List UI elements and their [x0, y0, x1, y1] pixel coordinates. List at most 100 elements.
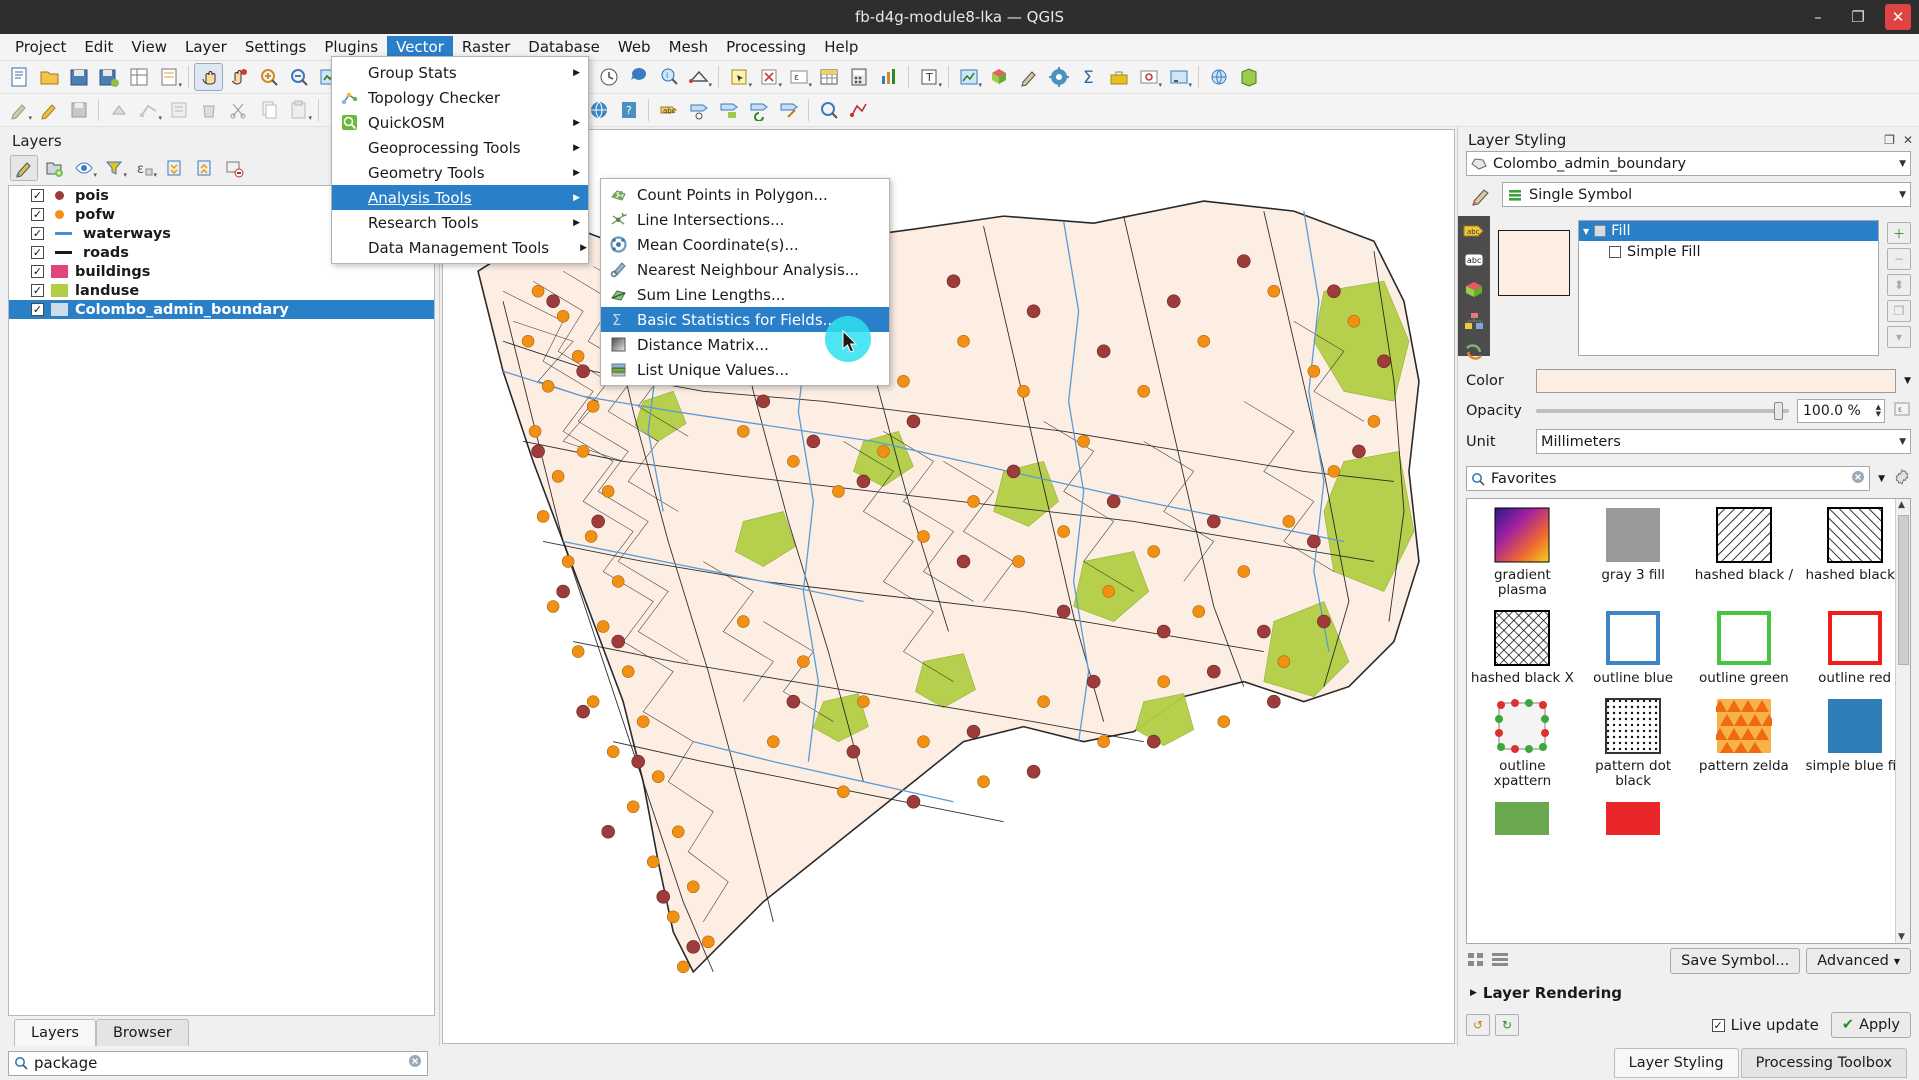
- select-by-expression-icon[interactable]: ε ▾: [784, 63, 813, 91]
- layer-checkbox[interactable]: ✓: [31, 208, 44, 221]
- layer-checkbox[interactable]: ✓: [31, 303, 44, 316]
- gallery-item[interactable]: [1467, 793, 1578, 844]
- gallery-item[interactable]: simple blue fill: [1799, 690, 1910, 793]
- expression-filter-icon[interactable]: ε ▾: [130, 155, 158, 181]
- gallery-item[interactable]: pattern dot black: [1578, 690, 1689, 793]
- gallery-item[interactable]: gray 3 fill: [1578, 499, 1689, 602]
- select-features-icon[interactable]: ▾: [724, 63, 753, 91]
- tab-browser[interactable]: Browser: [95, 1019, 189, 1046]
- tab-layer-styling[interactable]: Layer Styling: [1613, 1048, 1739, 1078]
- scroll-down-icon[interactable]: ▼: [1898, 932, 1905, 942]
- zoom-in-icon[interactable]: [254, 63, 283, 91]
- new-print-layout-icon[interactable]: ▾: [154, 63, 183, 91]
- menu-processing[interactable]: Processing: [717, 36, 815, 59]
- modify-attributes-icon[interactable]: [164, 96, 193, 124]
- gallery-item[interactable]: pattern zelda: [1689, 690, 1800, 793]
- duplicate-symbol-layer-button[interactable]: ❐: [1887, 300, 1911, 322]
- color-swatch-button[interactable]: [1536, 369, 1897, 393]
- map-canvas[interactable]: [442, 129, 1455, 1044]
- live-update-control[interactable]: ✓ Live update: [1711, 1016, 1819, 1034]
- spin-arrows[interactable]: ▲ ▼: [1876, 404, 1884, 418]
- save-layer-edits-icon[interactable]: [64, 96, 93, 124]
- layer-rendering-section[interactable]: ▶ Layer Rendering: [1458, 978, 1919, 1008]
- menu-layer[interactable]: Layer: [176, 36, 236, 59]
- python-console-icon[interactable]: [1044, 63, 1073, 91]
- scroll-up-icon[interactable]: ▲: [1898, 500, 1905, 510]
- temporal-controller-icon[interactable]: [594, 63, 623, 91]
- remove-layer-icon[interactable]: [220, 155, 248, 181]
- measure-line-icon[interactable]: ▾: [684, 63, 713, 91]
- toggle-editing-icon[interactable]: [34, 96, 63, 124]
- tab-layers[interactable]: Layers: [14, 1019, 96, 1046]
- vector-menu-popup[interactable]: Group Stats ▶ Topology Checker QuickOSM …: [331, 56, 589, 264]
- expand-arrow-icon[interactable]: ▼: [1583, 227, 1589, 236]
- expand-arrow-icon[interactable]: ▶: [1470, 988, 1477, 998]
- help-contents-icon[interactable]: ?: [614, 96, 643, 124]
- search-locator-icon[interactable]: [814, 96, 843, 124]
- menu-item-geometry-tools[interactable]: Geometry Tools ▶: [332, 160, 588, 185]
- label-toolbar-icon[interactable]: abc: [654, 96, 683, 124]
- menu-item-analysis-tools[interactable]: Analysis Tools ▶: [332, 185, 588, 210]
- apply-button[interactable]: ✔ Apply: [1830, 1012, 1911, 1038]
- opacity-spinbox[interactable]: 100.0 % ▲ ▼: [1797, 399, 1885, 423]
- history-icon[interactable]: [1462, 342, 1487, 362]
- new-project-icon[interactable]: [4, 63, 33, 91]
- change-label-icon[interactable]: [774, 96, 803, 124]
- clear-search-icon[interactable]: [1851, 470, 1865, 488]
- menu-item-count-points-in-polygon[interactable]: Count Points in Polygon...: [601, 182, 889, 207]
- new-3d-map-view-icon[interactable]: [984, 63, 1013, 91]
- diagrams-icon[interactable]: [1462, 311, 1487, 331]
- menu-web[interactable]: Web: [609, 36, 660, 59]
- add-symbol-layer-button[interactable]: ＋: [1887, 222, 1911, 244]
- unit-combo[interactable]: Millimeters ▼: [1536, 429, 1911, 454]
- layer-row-colombo-admin-boundary[interactable]: ✓ Colombo_admin_boundary: [9, 300, 434, 319]
- gallery-icon-view-button[interactable]: [1466, 950, 1486, 972]
- renderer-combo[interactable]: Single Symbol ▼: [1502, 182, 1911, 207]
- add-feature-icon[interactable]: [104, 96, 133, 124]
- layer-checkbox[interactable]: ✓: [31, 227, 44, 240]
- sum-icon[interactable]: Σ: [1074, 63, 1103, 91]
- save-symbol-button[interactable]: Save Symbol...: [1670, 948, 1801, 974]
- move-down-symbol-layer-button[interactable]: ▾: [1887, 326, 1911, 348]
- layer-selector-combo[interactable]: Colombo_admin_boundary ▼: [1466, 151, 1911, 176]
- chevron-down-icon[interactable]: ▼: [1899, 190, 1906, 200]
- opacity-slider[interactable]: [1536, 399, 1789, 423]
- layer-row-landuse[interactable]: ✓ landuse: [9, 281, 434, 300]
- pan-map-icon[interactable]: [194, 63, 223, 91]
- current-edits-icon[interactable]: ▾: [4, 96, 33, 124]
- toolbox-icon[interactable]: [1104, 63, 1133, 91]
- layer-checkbox[interactable]: ✓: [31, 189, 44, 202]
- undo-style-button[interactable]: ↺: [1466, 1014, 1490, 1036]
- 3d-view-icon[interactable]: [1462, 280, 1487, 300]
- layer-checkbox[interactable]: ✓: [31, 246, 44, 259]
- open-attribute-table-icon[interactable]: [814, 63, 843, 91]
- text-annotation-icon[interactable]: T ▾: [914, 63, 943, 91]
- undock-icon[interactable]: ❐: [1884, 133, 1895, 147]
- minimize-button[interactable]: –: [1805, 4, 1831, 30]
- menu-item-topology-checker[interactable]: Topology Checker: [332, 85, 588, 110]
- menu-item-research-tools[interactable]: Research Tools ▶: [332, 210, 588, 235]
- show-map-decorations-icon[interactable]: ▾: [1164, 63, 1193, 91]
- collapse-all-icon[interactable]: [190, 155, 218, 181]
- map-tips-icon[interactable]: [624, 63, 653, 91]
- gallery-item[interactable]: outline green: [1689, 602, 1800, 690]
- manage-map-themes-icon[interactable]: ▾: [70, 155, 98, 181]
- symbol-tree-child[interactable]: Simple Fill: [1579, 241, 1878, 263]
- menu-edit[interactable]: Edit: [75, 36, 122, 59]
- georeferencer-icon[interactable]: ▾: [1134, 63, 1163, 91]
- paste-features-icon[interactable]: ▾: [284, 96, 313, 124]
- show-statistics-icon[interactable]: [874, 63, 903, 91]
- add-wms-layer-icon[interactable]: [1204, 63, 1233, 91]
- deselect-features-icon[interactable]: ▾: [754, 63, 783, 91]
- chevron-down-icon[interactable]: ▼: [1899, 159, 1906, 169]
- gallery-item[interactable]: [1578, 793, 1689, 844]
- layer-row-buildings[interactable]: ✓ buildings: [9, 262, 434, 281]
- menu-mesh[interactable]: Mesh: [660, 36, 718, 59]
- close-button[interactable]: ✕: [1885, 4, 1911, 30]
- lock-symbol-layer-button[interactable]: ⬍: [1887, 274, 1911, 296]
- gallery-scrollbar[interactable]: ▲ ▼: [1895, 499, 1910, 943]
- symbol-search-box[interactable]: Favorites: [1466, 466, 1871, 491]
- pan-to-selection-icon[interactable]: [224, 63, 253, 91]
- menu-item-sum-line-lengths[interactable]: Sum Line Lengths...: [601, 282, 889, 307]
- remove-symbol-layer-button[interactable]: −: [1887, 248, 1911, 270]
